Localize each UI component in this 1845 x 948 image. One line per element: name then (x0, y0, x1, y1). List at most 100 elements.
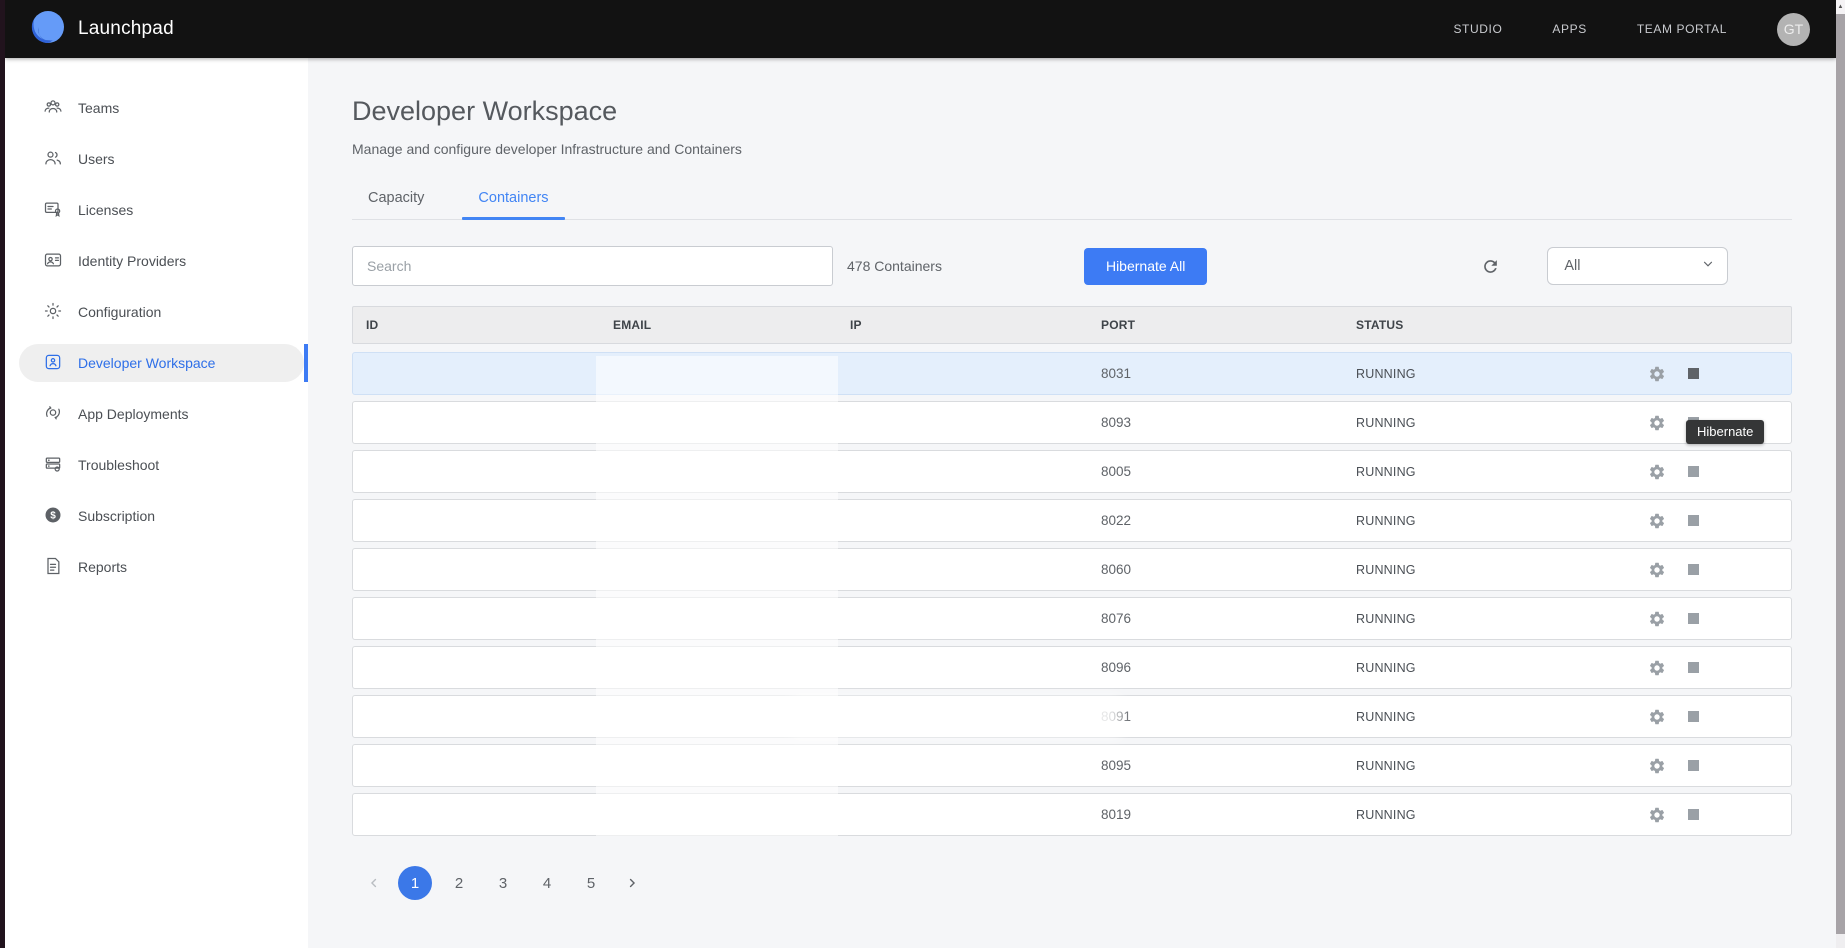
status-cell: RUNNING (1356, 661, 1648, 675)
sidebar-item-label: Reports (78, 559, 127, 575)
tab-containers[interactable]: Containers (462, 184, 564, 219)
settings-gear-icon[interactable] (1648, 512, 1666, 530)
hibernate-all-button[interactable]: Hibernate All (1084, 248, 1207, 285)
hibernate-stop-icon[interactable] (1688, 662, 1699, 673)
page-button-5[interactable]: 5 (574, 866, 608, 900)
sidebar-item-licenses[interactable]: Licenses (19, 191, 304, 229)
page-scrollbar[interactable]: ▲ (1836, 0, 1845, 948)
sidebar-item-label: Subscription (78, 508, 155, 524)
app-deployments-icon (43, 403, 63, 426)
table-row[interactable]: 8060 RUNNING (352, 548, 1792, 591)
hibernate-stop-icon[interactable] (1688, 711, 1699, 722)
sidebar-item-app-deployments[interactable]: App Deployments (19, 395, 304, 433)
status-cell: RUNNING (1356, 808, 1648, 822)
pagination: 1 2 3 4 5 (360, 866, 1836, 900)
sidebar-item-label: Users (78, 151, 115, 167)
status-cell: RUNNING (1356, 514, 1648, 528)
table-row[interactable]: 8076 RUNNING (352, 597, 1792, 640)
search-input[interactable] (352, 246, 833, 286)
tab-capacity[interactable]: Capacity (352, 184, 440, 219)
next-page-icon[interactable] (618, 869, 646, 897)
scrollbar-thumb[interactable] (1836, 14, 1845, 934)
status-cell: RUNNING (1356, 710, 1648, 724)
hibernate-stop-icon[interactable] (1688, 760, 1699, 771)
table-row[interactable]: 8005 RUNNING (352, 450, 1792, 493)
hibernate-stop-icon[interactable] (1688, 368, 1699, 379)
settings-gear-icon[interactable] (1648, 561, 1666, 579)
page-button-4[interactable]: 4 (530, 866, 564, 900)
port-cell: 8019 (1101, 807, 1356, 822)
port-cell: 8060 (1101, 562, 1356, 577)
port-cell: 8076 (1101, 611, 1356, 626)
settings-gear-icon[interactable] (1648, 806, 1666, 824)
hibernate-stop-icon[interactable] (1688, 466, 1699, 477)
hibernate-stop-icon[interactable] (1688, 809, 1699, 820)
status-cell: RUNNING (1356, 563, 1648, 577)
page-subtitle: Manage and configure developer Infrastru… (352, 141, 1836, 157)
column-header-port: PORT (1101, 318, 1356, 332)
settings-gear-icon[interactable] (1648, 659, 1666, 677)
sidebar-item-troubleshoot[interactable]: Troubleshoot (19, 446, 304, 484)
status-cell: RUNNING (1356, 759, 1648, 773)
table-row[interactable]: 8022 RUNNING (352, 499, 1792, 542)
sidebar-item-label: Teams (78, 100, 119, 116)
settings-gear-icon[interactable] (1648, 610, 1666, 628)
chevron-down-icon (1701, 257, 1715, 275)
troubleshoot-icon (43, 454, 63, 477)
refresh-icon[interactable] (1479, 255, 1501, 277)
containers-table: ID EMAIL IP PORT STATUS 8031 RUNNING (352, 306, 1792, 836)
column-header-email: EMAIL (613, 318, 850, 332)
status-cell: RUNNING (1356, 367, 1648, 381)
identity-providers-icon (43, 250, 63, 273)
sidebar-item-teams[interactable]: Teams (19, 89, 304, 127)
settings-gear-icon[interactable] (1648, 365, 1666, 383)
page-button-3[interactable]: 3 (486, 866, 520, 900)
sidebar-item-label: Developer Workspace (78, 355, 215, 371)
table-body: 8031 RUNNING 8093 RUNNING 8005 (352, 352, 1792, 836)
topnav-team-portal[interactable]: TEAM PORTAL (1637, 22, 1727, 36)
port-cell: 8022 (1101, 513, 1356, 528)
port-cell: 8095 (1101, 758, 1356, 773)
sidebar-item-identity-providers[interactable]: Identity Providers (19, 242, 304, 280)
scroll-up-icon[interactable]: ▲ (1836, 0, 1845, 14)
sidebar-item-developer-workspace[interactable]: Developer Workspace (19, 344, 304, 382)
sidebar-item-configuration[interactable]: Configuration (19, 293, 304, 331)
sidebar: Teams Users Licenses Identity Providers … (5, 58, 308, 948)
sidebar-item-users[interactable]: Users (19, 140, 304, 178)
settings-gear-icon[interactable] (1648, 708, 1666, 726)
hibernate-stop-icon[interactable] (1688, 515, 1699, 526)
settings-gear-icon[interactable] (1648, 414, 1666, 432)
avatar[interactable]: GT (1777, 13, 1810, 46)
filter-dropdown[interactable]: All (1547, 247, 1728, 285)
launchpad-app: Launchpad STUDIO APPS TEAM PORTAL GT Tea… (0, 0, 1845, 948)
page-button-1[interactable]: 1 (398, 866, 432, 900)
table-row[interactable]: 8019 RUNNING (352, 793, 1792, 836)
sidebar-item-reports[interactable]: Reports (19, 548, 304, 586)
prev-page-icon[interactable] (360, 869, 388, 897)
table-row[interactable]: 8093 RUNNING (352, 401, 1792, 444)
configuration-icon (43, 301, 63, 324)
settings-gear-icon[interactable] (1648, 757, 1666, 775)
settings-gear-icon[interactable] (1648, 463, 1666, 481)
page-button-2[interactable]: 2 (442, 866, 476, 900)
table-row[interactable]: 8096 RUNNING (352, 646, 1792, 689)
licenses-icon (43, 199, 63, 222)
hibernate-stop-icon[interactable] (1688, 564, 1699, 575)
table-header-row: ID EMAIL IP PORT STATUS (352, 306, 1792, 344)
users-icon (43, 148, 63, 171)
sidebar-item-label: Troubleshoot (78, 457, 159, 473)
topnav-studio[interactable]: STUDIO (1453, 22, 1502, 36)
brand[interactable]: Launchpad (31, 10, 174, 49)
topnav-apps[interactable]: APPS (1552, 22, 1586, 36)
table-row[interactable]: 8091 RUNNING (352, 695, 1792, 738)
table-row[interactable]: 8031 RUNNING (352, 352, 1792, 395)
brand-name: Launchpad (78, 18, 174, 40)
sidebar-item-subscription[interactable]: $ Subscription (19, 497, 304, 535)
port-cell: 8031 (1101, 366, 1356, 381)
containers-count: 478 Containers (847, 258, 942, 274)
tab-bar: Capacity Containers (352, 184, 1792, 220)
hibernate-stop-icon[interactable] (1688, 613, 1699, 624)
table-row[interactable]: 8095 RUNNING (352, 744, 1792, 787)
launchpad-logo-icon (31, 10, 65, 49)
sidebar-item-label: Licenses (78, 202, 133, 218)
